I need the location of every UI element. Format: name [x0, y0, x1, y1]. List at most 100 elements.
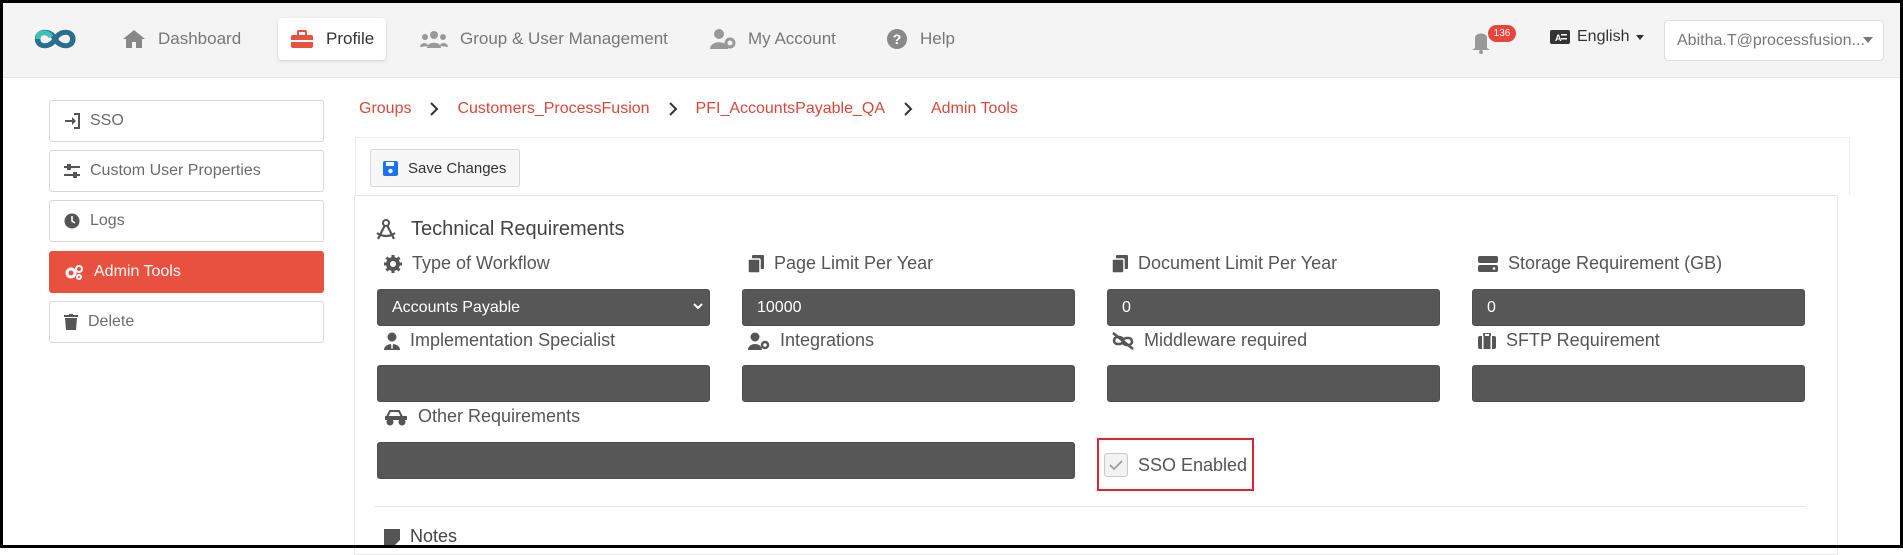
storage-requirement-input[interactable]: 0: [1472, 289, 1805, 326]
breadcrumb: Groups Customers_ProcessFusion PFI_Accou…: [359, 100, 1018, 118]
breadcrumb-item[interactable]: PFI_AccountsPayable_QA: [696, 100, 885, 118]
chevron-down-icon: [693, 303, 703, 310]
section-title-text: Technical Requirements: [411, 218, 625, 240]
sidebar-item-label: Logs: [90, 212, 125, 229]
notes-heading: Notes: [384, 526, 457, 547]
section-title: Technical Requirements: [375, 218, 624, 241]
page-limit-label: Page Limit Per Year: [748, 253, 933, 274]
chevron-right-icon: [430, 102, 439, 116]
nav-my-account[interactable]: My Account: [698, 18, 848, 60]
notes-label: Notes: [410, 526, 458, 546]
sidebar-item-label: Admin Tools: [94, 263, 181, 280]
sso-enabled-checkbox-row[interactable]: SSO Enabled: [1104, 453, 1247, 477]
sidebar-item-delete[interactable]: Delete: [49, 301, 324, 343]
caret-down-icon: [1863, 37, 1873, 43]
suitcase-icon: [1478, 332, 1496, 349]
storage-requirement-value: 0: [1487, 298, 1496, 316]
toolbar-panel: [355, 137, 1850, 195]
nav-profile-label: Profile: [326, 29, 375, 48]
app-logo-icon[interactable]: [28, 18, 82, 60]
notification-badge: 136: [1488, 25, 1516, 42]
sidebar-item-label: SSO: [90, 112, 124, 129]
sidebar-item-label: Delete: [88, 313, 135, 330]
implementation-specialist-label: Implementation Specialist: [384, 330, 615, 351]
chevron-right-icon: [904, 102, 913, 116]
implementation-specialist-input[interactable]: [377, 365, 710, 402]
users-icon: [420, 31, 448, 48]
user-account-dropdown[interactable]: Abitha.T@processfusion...: [1664, 20, 1884, 61]
toolbox-icon: [291, 30, 313, 48]
middleware-required-label: Middleware required: [1112, 330, 1307, 351]
save-changes-label: Save Changes: [408, 159, 507, 177]
caret-down-icon: [1636, 34, 1645, 40]
sliders-icon: [64, 164, 80, 178]
clock-icon: [64, 213, 80, 229]
field-label-text: Type of Workflow: [412, 253, 550, 273]
top-navbar: Dashboard Profile Group & User Managemen…: [0, 0, 1903, 78]
breadcrumb-item[interactable]: Customers_ProcessFusion: [457, 100, 649, 118]
copy-icon: [748, 254, 764, 273]
sso-enabled-label: SSO Enabled: [1138, 454, 1248, 475]
drafting-compass-icon: [376, 218, 396, 239]
language-selector[interactable]: A English: [1550, 28, 1645, 46]
cogs-icon: [65, 265, 83, 280]
document-limit-value: 0: [1122, 298, 1131, 316]
integrations-input[interactable]: [742, 365, 1075, 402]
home-icon: [123, 30, 145, 48]
sticky-note-icon: [384, 528, 400, 545]
type-of-workflow-label: Type of Workflow: [384, 253, 550, 274]
nav-dashboard[interactable]: Dashboard: [110, 18, 253, 60]
sidebar-item-logs[interactable]: Logs: [49, 200, 324, 242]
user-tie-icon: [384, 332, 400, 350]
sidebar-item-label: Custom User Properties: [90, 162, 261, 179]
check-icon: [1109, 460, 1123, 471]
breadcrumb-item[interactable]: Groups: [359, 100, 411, 118]
sso-enabled-checkbox[interactable]: [1104, 453, 1128, 477]
nav-my-account-label: My Account: [748, 29, 836, 48]
field-label-text: SFTP Requirement: [1506, 330, 1660, 350]
section-divider: [375, 506, 1805, 507]
user-email: Abitha.T@processfusion...: [1677, 31, 1865, 49]
sftp-requirement-input[interactable]: [1472, 365, 1805, 402]
storage-requirement-label: Storage Requirement (GB): [1478, 253, 1722, 274]
sidebar-item-custom-user-properties[interactable]: Custom User Properties: [49, 150, 324, 192]
document-limit-label: Document Limit Per Year: [1112, 253, 1337, 274]
chevron-right-icon: [668, 102, 677, 116]
save-changes-button[interactable]: Save Changes: [370, 149, 520, 187]
nav-dashboard-label: Dashboard: [158, 29, 242, 48]
breadcrumb-item-current[interactable]: Admin Tools: [931, 100, 1018, 118]
nav-group-user-management-label: Group & User Management: [460, 29, 668, 48]
save-icon: [383, 160, 398, 176]
field-label-text: Page Limit Per Year: [774, 253, 934, 273]
other-requirements-label: Other Requirements: [384, 406, 580, 427]
question-circle-icon: ?: [887, 29, 907, 49]
nav-help-label: Help: [920, 29, 955, 48]
sidebar-item-admin-tools[interactable]: Admin Tools: [49, 251, 324, 293]
trash-icon: [64, 314, 78, 330]
page-limit-input[interactable]: 10000: [742, 289, 1075, 326]
sign-in-icon: [65, 113, 80, 129]
nav-profile[interactable]: Profile: [278, 18, 387, 60]
field-label-text: Document Limit Per Year: [1138, 253, 1338, 273]
sftp-requirement-label: SFTP Requirement: [1478, 330, 1660, 351]
user-cog-icon: [748, 332, 770, 350]
language-label: English: [1577, 28, 1630, 45]
unlink-icon: [1112, 331, 1134, 350]
user-gear-icon: [710, 29, 736, 49]
workflow-select-value: Accounts Payable: [392, 298, 521, 316]
language-icon: A: [1550, 30, 1570, 44]
copy-icon: [1112, 254, 1128, 273]
workflow-select[interactable]: Accounts Payable: [377, 289, 710, 326]
field-label-text: Other Requirements: [418, 406, 581, 426]
sidebar-item-sso[interactable]: SSO: [49, 100, 324, 142]
hdd-icon: [1478, 255, 1498, 272]
middleware-required-input[interactable]: [1107, 365, 1440, 402]
field-label-text: Integrations: [780, 330, 875, 350]
field-label-text: Middleware required: [1144, 330, 1308, 350]
other-requirements-input[interactable]: [377, 442, 1075, 479]
truck-monster-icon: [385, 409, 407, 425]
nav-help[interactable]: ? Help: [874, 18, 967, 60]
document-limit-input[interactable]: 0: [1107, 289, 1440, 326]
nav-group-user-management[interactable]: Group & User Management: [408, 18, 680, 60]
integrations-label: Integrations: [748, 330, 874, 351]
